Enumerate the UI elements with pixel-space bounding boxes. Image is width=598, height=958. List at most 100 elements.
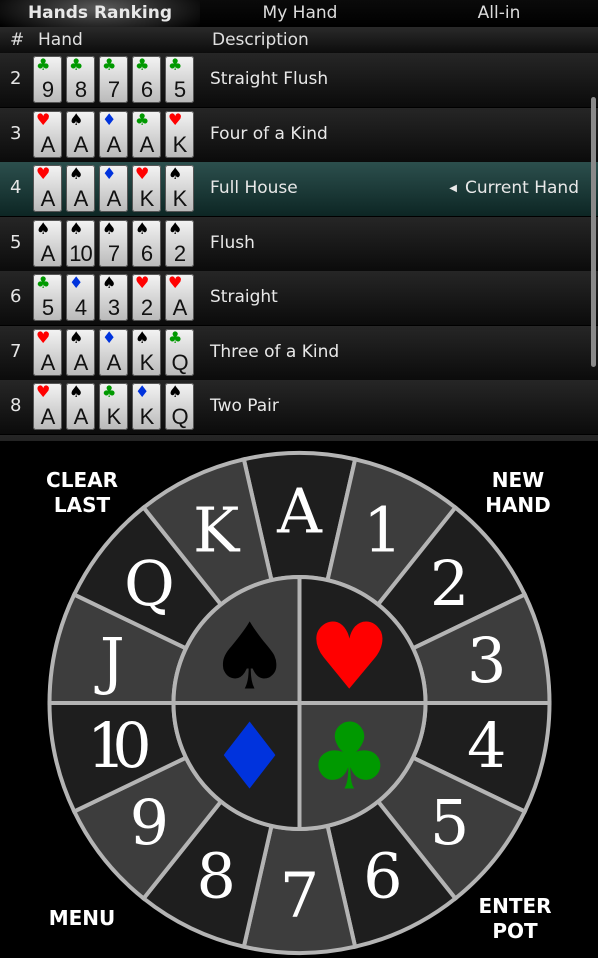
tab-my-hand[interactable]: My Hand [200,0,400,27]
column-description: Description [212,30,309,50]
playing-card: ♥ A [33,327,62,376]
hand-row[interactable]: 7 ♥ A ♠ A ♦ A ♠ K ♣ Q Three of a Kind [0,325,598,381]
card-value: A [139,131,155,157]
spade-icon: ♠ [102,273,117,292]
heart-icon: ♥ [135,164,150,183]
heart-icon: ♥ [36,382,51,401]
value-label: Q [124,547,175,620]
clear-last-button[interactable]: CLEAR LAST [40,468,124,518]
spade-icon: ♠ [208,604,290,711]
card-value: 9 [41,77,54,102]
hand-rank: 7 [10,340,22,362]
left-arrow-icon: ◀ [449,183,457,194]
hand-description: Two Pair [210,396,279,416]
club-icon: ♣ [102,55,117,74]
card-value: 10 [69,240,92,266]
playing-card: ♣ Q [165,328,194,376]
hand-row[interactable]: 2 ♣ 9 ♣ 8 ♣ 7 ♣ 6 ♣ 5 Straight Flush [0,53,598,108]
tab-hands-ranking[interactable]: Hands Ranking [0,0,200,27]
card-value: A [73,186,89,211]
playing-card: ♥ A [33,383,62,430]
hand-rank: 5 [10,231,22,253]
card-value: 8 [74,77,87,102]
heart-icon: ♥ [135,273,150,292]
hand-description: Flush [210,232,255,253]
hand-row[interactable]: 3 ♥ A ♠ A ♦ A ♣ A ♥ K Four of a Kind [0,107,598,163]
playing-card: ♠ A [33,219,62,267]
new-hand-line-2: HAND [485,493,551,517]
hand-row[interactable]: 5 ♠ A ♠ 10 ♠ 7 ♠ 6 ♠ 2 Flush [0,216,598,272]
hand-rank: 2 [10,68,22,89]
diamond-icon: ♦ [69,273,84,292]
spade-icon: ♠ [69,164,84,183]
hand-description: Three of a Kind [210,341,340,362]
hands-ranking-list[interactable]: 2 ♣ 9 ♣ 8 ♣ 7 ♣ 6 ♣ 5 Straight Flush 3 ♥ A ♠ A ♦ A ♣ A ♥ K Four… [0,53,598,441]
menu-label: MENU [48,906,116,930]
playing-card: ♠ 3 [99,274,128,321]
hand-description: Full House [210,178,298,198]
club-icon: ♣ [308,703,390,810]
playing-card: ♠ 7 [99,219,128,267]
clear-last-line-1: CLEAR [46,468,118,492]
playing-card: ♠ 6 [132,218,161,267]
hand-description: Four of a Kind [210,123,328,144]
hand-row[interactable]: 6 ♣ 5 ♦ 4 ♠ 3 ♥ 2 ♥ A Straight [0,271,598,326]
playing-card: ♣ 5 [33,274,62,321]
tab-all-in[interactable]: All-in [400,0,598,27]
playing-card: ♣ 9 [33,56,62,103]
hand-row[interactable]: 4 ♥ A ♠ A ♦ A ♥ K ♠ K Full House ◀ Current Hand [0,162,598,217]
value-label: 6 [363,839,402,912]
playing-card: ♥ A [165,274,194,321]
heart-icon: ♥ [36,327,51,347]
spade-icon: ♠ [69,218,84,238]
card-value: 6 [140,240,153,266]
club-icon: ♣ [135,55,150,74]
playing-card: ♦ 4 [66,274,95,321]
playing-card: ♠ A [66,165,95,212]
new-hand-button[interactable]: NEW HAND [478,468,558,518]
card-value: K [106,404,122,429]
heart-icon: ♥ [308,604,390,711]
hand-row[interactable]: 8 ♥ A ♠ A ♣ K ♦ K ♠ Q Two Pair [0,380,598,435]
scrollbar[interactable] [591,97,596,367]
heart-icon: ♥ [36,109,51,129]
value-label: A [276,475,323,548]
card-value: 4 [74,295,87,320]
card-value: 5 [41,295,54,320]
tab-bar: Hands Ranking My Hand All-in [0,0,598,27]
card-value: Q [171,349,188,375]
card-value: 5 [173,77,186,102]
playing-card: ♥ 2 [132,274,161,321]
diamond-icon: ♦ [102,327,117,347]
playing-card: ♠ A [66,328,95,376]
spade-icon: ♠ [69,382,84,401]
card-value: 6 [140,77,153,102]
current-hand-indicator: ◀ Current Hand [449,178,579,198]
playing-card: ♣ 8 [66,56,95,103]
value-label: 5 [430,786,469,859]
column-rank: # [10,30,25,50]
spade-icon: ♠ [69,109,84,129]
column-header: # Hand Description [0,27,598,54]
current-hand-label: Current Hand [464,178,579,198]
enter-pot-button[interactable]: ENTER POT [472,894,558,944]
playing-card: ♠ A [66,109,95,158]
card-value: A [40,404,56,429]
playing-card: ♥ A [33,165,62,212]
value-label: 7 [280,859,319,932]
playing-card: ♣ A [132,109,161,158]
playing-card: ♦ A [99,109,128,158]
spade-icon: ♠ [135,218,150,238]
diamond-icon: ♦ [135,382,150,401]
card-value: A [172,295,188,320]
card-value: A [40,349,56,375]
hand-rank: 3 [10,122,22,144]
card-value: A [106,186,122,211]
card-value: A [73,404,89,429]
club-icon: ♣ [135,109,150,129]
hand-rank: 6 [10,286,22,307]
diamond-icon: ♦ [102,109,117,129]
menu-button[interactable]: MENU [40,906,124,931]
playing-card: ♦ K [132,383,161,430]
value-label: 2 [430,547,469,620]
